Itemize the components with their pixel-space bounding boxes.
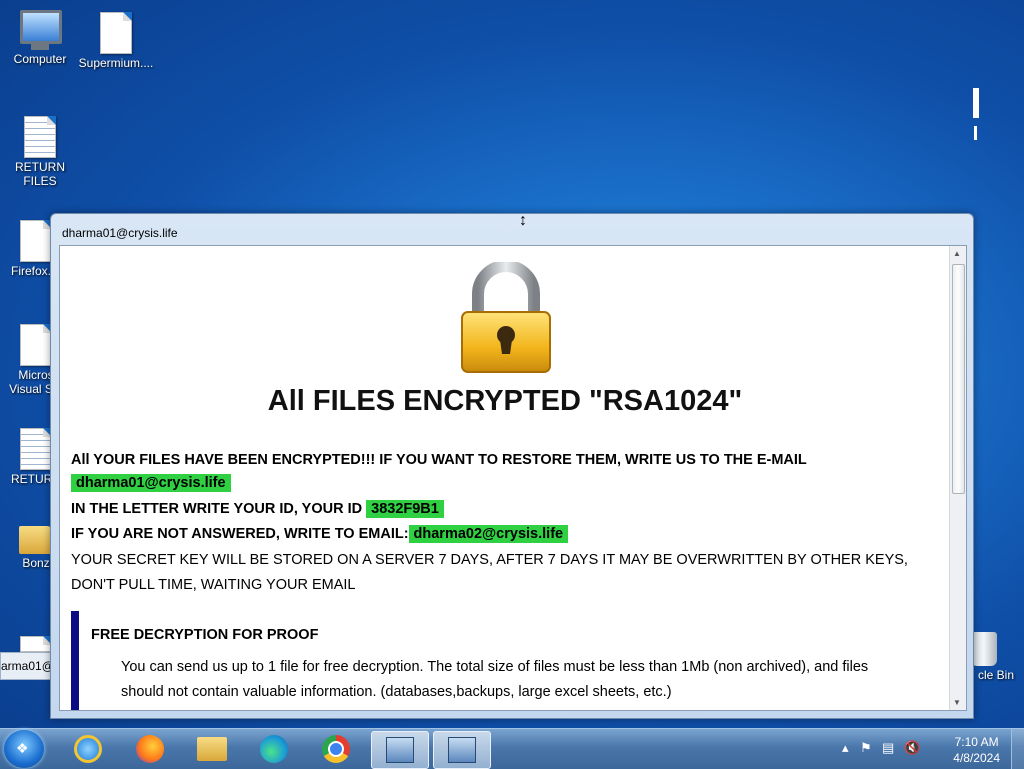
email-2-highlight: dharma02@crysis.life bbox=[408, 525, 569, 543]
padlock-icon bbox=[461, 262, 551, 373]
vertical-scrollbar[interactable]: ▲ ▼ bbox=[949, 246, 966, 710]
desktop-icon-label: Computer bbox=[13, 52, 67, 66]
ransom-line-2: IN THE LETTER WRITE YOUR ID, YOUR ID 383… bbox=[71, 500, 444, 518]
taskbar: ❖ ▴ ⚑ ▤ 🔇 7:10 AM 4/8/2024 bbox=[0, 728, 1024, 769]
system-tray: ▴ ⚑ ▤ 🔇 7:10 AM 4/8/2024 bbox=[838, 729, 1024, 769]
ransom-text: IN THE LETTER WRITE YOUR ID, YOUR ID bbox=[71, 501, 363, 517]
edge-icon bbox=[260, 735, 288, 763]
desktop-icon-label: RETURN FILES bbox=[15, 160, 65, 188]
ransom-line-4: YOUR SECRET KEY WILL BE STORED ON A SERV… bbox=[71, 552, 908, 568]
clock-time: 7:10 AM bbox=[954, 735, 999, 749]
desktop-icon-supermium[interactable]: Supermium.... bbox=[76, 12, 156, 70]
start-button[interactable]: ❖ bbox=[4, 730, 44, 768]
desktop-artifact bbox=[973, 88, 979, 118]
firefox-icon bbox=[136, 735, 164, 763]
ransom-text: All YOUR FILES HAVE BEEN ENCRYPTED!!! IF… bbox=[71, 452, 807, 468]
proof-title: FREE DECRYPTION FOR PROOF bbox=[91, 627, 319, 643]
windows-logo-icon: ❖ bbox=[16, 740, 29, 756]
ransom-line-5: DON'T PULL TIME, WAITING YOUR EMAIL bbox=[71, 577, 356, 593]
document-icon bbox=[100, 12, 132, 54]
desktop-icon-label: Supermium.... bbox=[78, 56, 154, 70]
free-decryption-section: FREE DECRYPTION FOR PROOF You can send u… bbox=[71, 611, 949, 710]
app-window-icon bbox=[386, 737, 414, 763]
taskbar-internet-explorer[interactable] bbox=[60, 731, 116, 767]
window-content[interactable]: All FILES ENCRYPTED "RSA1024" All YOUR F… bbox=[59, 245, 967, 711]
folder-icon bbox=[19, 526, 53, 554]
taskbar-file-explorer[interactable] bbox=[184, 731, 240, 767]
text-file-icon bbox=[20, 428, 52, 470]
recycle-bin-icon bbox=[971, 632, 997, 666]
internet-explorer-icon bbox=[74, 735, 102, 763]
victim-id-highlight: 3832F9B1 bbox=[366, 500, 444, 518]
scroll-thumb[interactable] bbox=[952, 264, 965, 494]
network-icon[interactable]: ▤ bbox=[882, 740, 894, 756]
file-explorer-icon bbox=[197, 737, 227, 761]
volume-muted-icon[interactable]: 🔇 bbox=[904, 740, 920, 756]
desktop-icon-computer[interactable]: Computer bbox=[0, 10, 80, 66]
desktop-artifact bbox=[974, 126, 977, 140]
chrome-icon bbox=[322, 735, 350, 763]
computer-icon bbox=[20, 10, 62, 50]
app-window-icon bbox=[448, 737, 476, 763]
clock-date: 4/8/2024 bbox=[953, 751, 1000, 765]
ransom-heading: All FILES ENCRYPTED "RSA1024" bbox=[267, 385, 743, 417]
show-desktop-button[interactable] bbox=[1011, 729, 1024, 769]
taskbar-edge[interactable] bbox=[246, 731, 302, 767]
text-file-icon bbox=[24, 116, 56, 158]
taskbar-firefox[interactable] bbox=[122, 731, 178, 767]
action-center-flag-icon[interactable]: ⚑ bbox=[860, 740, 872, 756]
show-hidden-icons-icon[interactable]: ▴ bbox=[842, 740, 849, 756]
document-icon bbox=[20, 324, 52, 366]
scroll-up-arrow-icon[interactable]: ▲ bbox=[953, 249, 961, 258]
email-1-row: dharma01@crysis.life bbox=[71, 474, 231, 492]
taskbar-app-1[interactable] bbox=[371, 731, 429, 769]
proof-text: You can send us up to 1 file for free de… bbox=[121, 659, 869, 700]
document-icon bbox=[20, 220, 52, 262]
desktop-icon-return-files[interactable]: RETURN FILES bbox=[0, 116, 80, 188]
taskbar-app-2[interactable] bbox=[433, 731, 491, 769]
ransom-note-window[interactable]: dharma01@crysis.life ↕ All FILES ENCRYPT… bbox=[50, 212, 974, 719]
minimized-window-tab[interactable]: arma01@ bbox=[0, 652, 52, 680]
minimized-window-label: arma01@ bbox=[1, 659, 52, 673]
document-icon bbox=[20, 636, 52, 652]
taskbar-chrome[interactable] bbox=[308, 731, 364, 767]
window-title: dharma01@crysis.life bbox=[62, 226, 178, 240]
ransom-line-3: IF YOU ARE NOT ANSWERED, WRITE TO EMAIL:… bbox=[71, 525, 569, 543]
resize-cursor: ↕ bbox=[519, 212, 527, 229]
ransom-text: IF YOU ARE NOT ANSWERED, WRITE TO EMAIL: bbox=[71, 526, 409, 542]
email-1-highlight: dharma01@crysis.life bbox=[71, 474, 231, 492]
clock[interactable]: 7:10 AM 4/8/2024 bbox=[953, 734, 1000, 766]
scroll-down-arrow-icon[interactable]: ▼ bbox=[953, 698, 961, 707]
ransom-line-1: All YOUR FILES HAVE BEEN ENCRYPTED!!! IF… bbox=[71, 452, 807, 468]
